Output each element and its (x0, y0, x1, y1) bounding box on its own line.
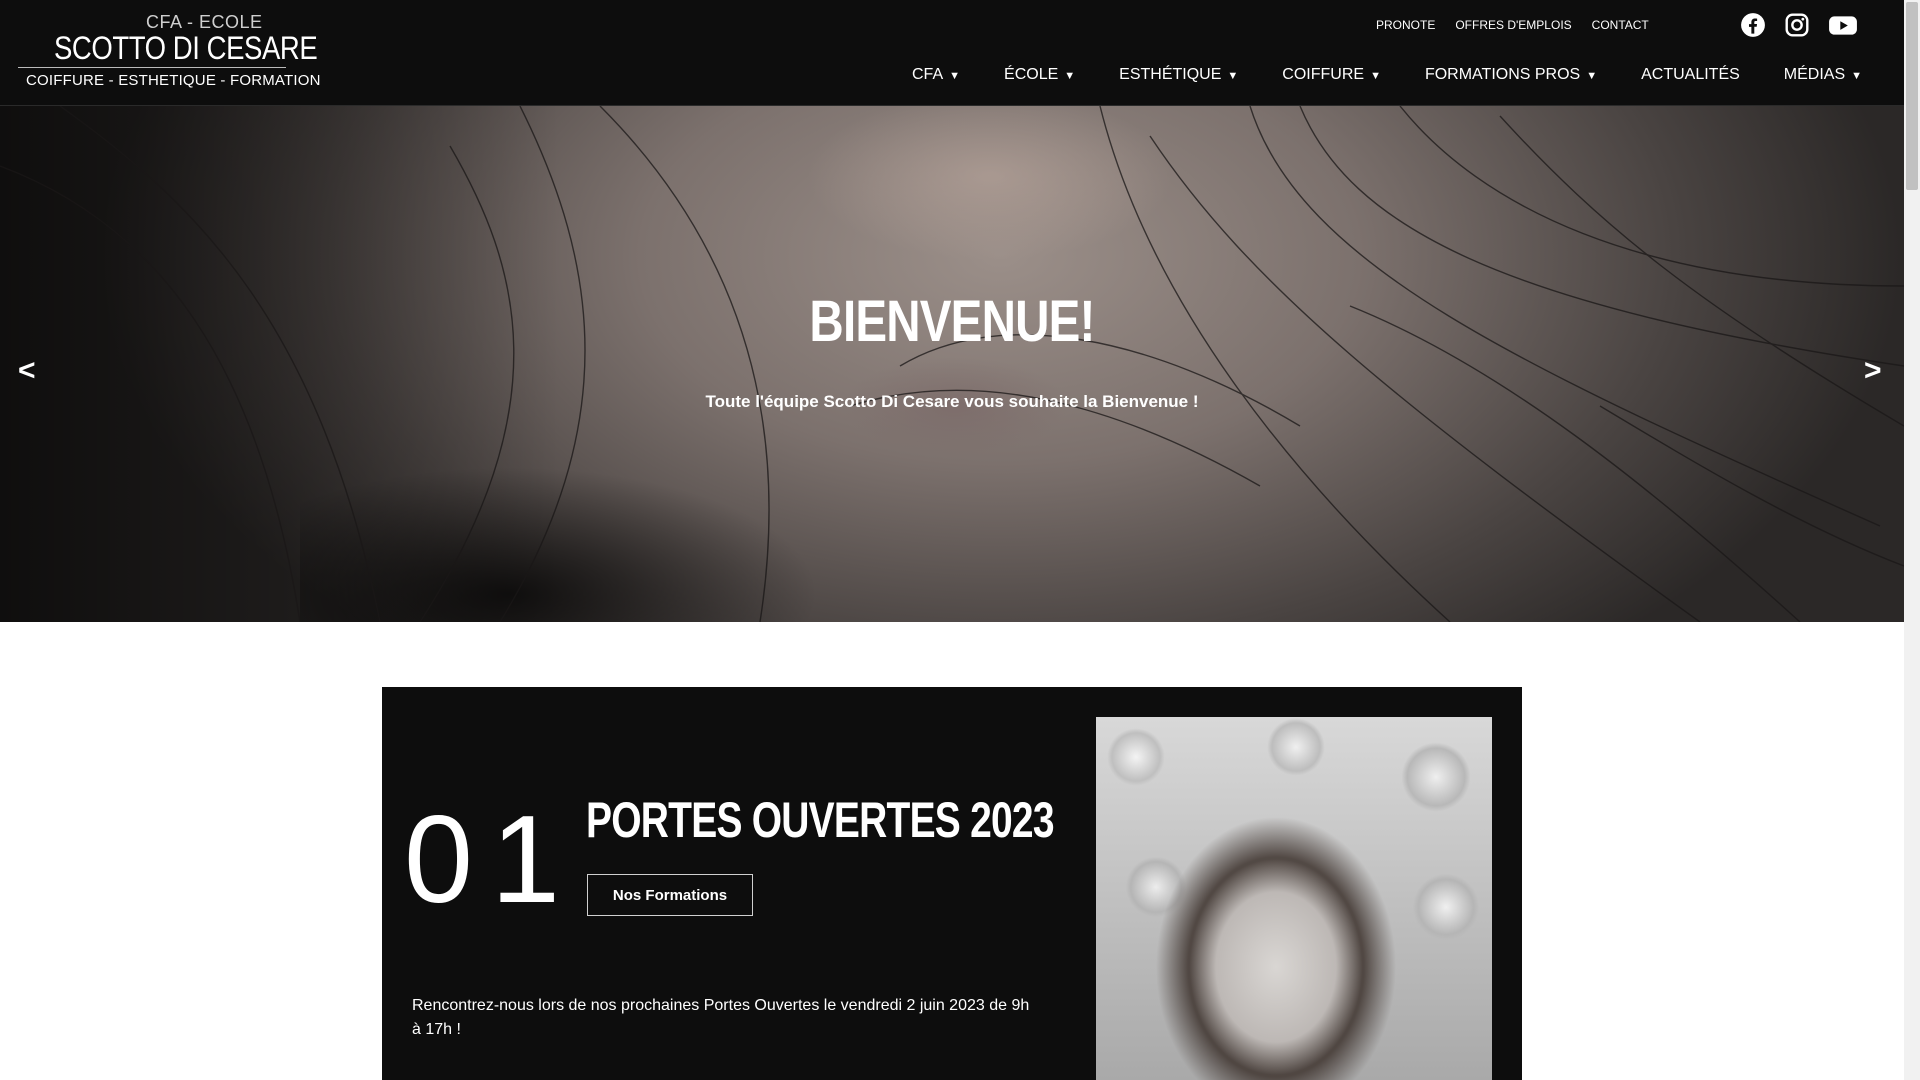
card-photo (1096, 717, 1492, 1080)
top-links: PRONOTE OFFRES D'EMPLOIS CONTACT (1376, 18, 1649, 32)
nav-item-medias[interactable]: MÉDIAS ▼ (1784, 66, 1862, 84)
logo-line-name: SCOTTO DI CESARE (54, 30, 318, 66)
main-nav: CFA ▼ ÉCOLE ▼ ESTHÉTIQUE ▼ COIFFURE ▼ FORMAT… (912, 66, 1862, 84)
nos-formations-button[interactable]: Nos Formations (587, 874, 753, 916)
chevron-down-icon: ▼ (949, 70, 961, 82)
chevron-down-icon: ▼ (1370, 70, 1381, 82)
hero-image (0, 106, 1904, 622)
top-link-pronote[interactable]: PRONOTE (1376, 18, 1435, 32)
logo-divider (18, 67, 286, 68)
youtube-icon[interactable] (1828, 12, 1858, 38)
top-link-contact[interactable]: CONTACT (1592, 18, 1649, 32)
nav-item-coiffure[interactable]: COIFFURE ▼ (1282, 66, 1381, 84)
nav-item-actualites[interactable]: ACTUALITÉS (1641, 66, 1740, 84)
logo-line-tagline: COIFFURE - ESTHETIQUE - FORMATION (26, 72, 321, 89)
instagram-icon[interactable] (1784, 12, 1810, 38)
feature-card: 01 PORTES OUVERTES 2023 Nos Formations R… (382, 687, 1522, 1080)
scrollbar-thumb[interactable] (1906, 2, 1918, 190)
chevron-down-icon: ▼ (1851, 70, 1863, 82)
facebook-icon[interactable] (1740, 12, 1766, 38)
chevron-down-icon: ▼ (1586, 70, 1598, 82)
top-link-offres-emplois[interactable]: OFFRES D'EMPLOIS (1455, 18, 1571, 32)
nav-item-ecole[interactable]: ÉCOLE ▼ (1004, 66, 1075, 84)
card-text: Rencontrez-nous lors de nos prochaines P… (412, 997, 1030, 1038)
nav-item-cfa[interactable]: CFA ▼ (912, 66, 960, 84)
chevron-down-icon: ▼ (1064, 70, 1076, 82)
hero-subtitle: Toute l'équipe Scotto Di Cesare vous sou… (705, 392, 1199, 411)
slider-next-arrow-icon[interactable]: > (1864, 354, 1882, 388)
hero-title: BIENVENUE! (809, 289, 1095, 354)
site-header: CFA - ECOLE SCOTTO DI CESARE COIFFURE - … (0, 0, 1904, 106)
social-links (1740, 12, 1858, 38)
chevron-down-icon: ▼ (1227, 70, 1239, 82)
hero-slider: BIENVENUE! Toute l'équipe Scotto Di Cesa… (0, 106, 1904, 622)
nav-item-formations-pros[interactable]: FORMATIONS PROS ▼ (1425, 66, 1597, 84)
site-logo[interactable]: CFA - ECOLE SCOTTO DI CESARE COIFFURE - … (18, 10, 320, 92)
nav-item-esthetique[interactable]: ESTHÉTIQUE ▼ (1119, 66, 1238, 84)
card-number: 01 (404, 791, 578, 929)
card-title: PORTES OUVERTES 2023 (586, 792, 1055, 848)
page-scrollbar[interactable] (1904, 0, 1920, 1080)
slider-prev-arrow-icon[interactable]: < (18, 354, 36, 388)
